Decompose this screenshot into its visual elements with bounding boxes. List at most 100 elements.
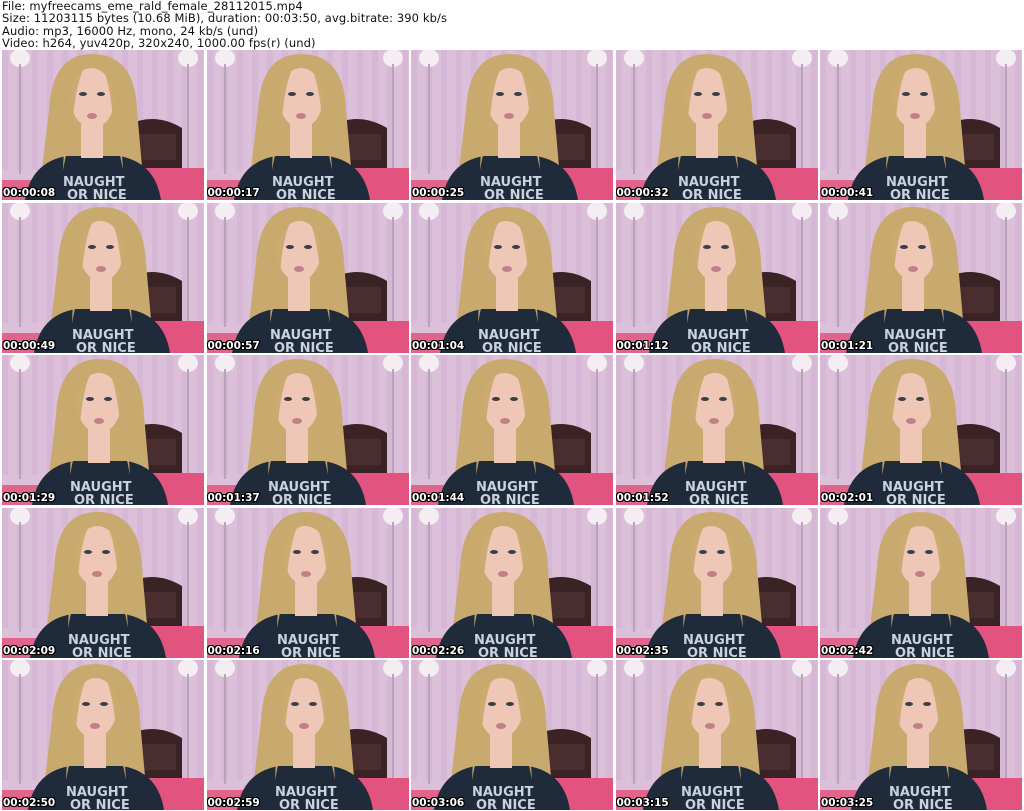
frame-image: NAUGHTOR NICE [2, 507, 204, 658]
frame-image: NAUGHTOR NICE [615, 50, 818, 200]
frame-timestamp: 00:02:35 [616, 644, 669, 657]
frame-timestamp: 00:02:09 [3, 644, 56, 657]
frame-timestamp: 00:01:29 [3, 492, 56, 504]
frame-timestamp: 00:02:59 [207, 797, 260, 809]
video-frame-thumbnail[interactable]: NAUGHT OR NICE 00:00:41 [820, 50, 1022, 200]
frame-image: NAUGHTOR NICE [820, 50, 1022, 200]
frame-timestamp: 00:01:21 [821, 339, 874, 352]
svg-text:OR NICE: OR NICE [476, 798, 536, 810]
thumbnail-grid: NAUGHT OR NICE 00:00:08 NAUGHT OR NICE 00:00:… [2, 50, 1022, 810]
svg-text:OR NICE: OR NICE [687, 646, 747, 658]
frame-image: NAUGHTOR NICE [206, 660, 409, 810]
video-frame-thumbnail[interactable]: NAUGHT OR NICE 00:02:50 [2, 660, 204, 810]
svg-text:OR NICE: OR NICE [67, 188, 127, 200]
frame-timestamp: 00:00:41 [821, 187, 874, 199]
frame-image: NAUGHTOR NICE [411, 50, 613, 200]
frame-image: NAUGHTOR NICE [206, 355, 409, 505]
video-frame-thumbnail[interactable]: NAUGHT OR NICE 00:02:59 [206, 660, 409, 810]
svg-text:OR NICE: OR NICE [274, 341, 334, 353]
svg-text:OR NICE: OR NICE [482, 341, 542, 353]
frame-image: NAUGHTOR NICE [615, 660, 818, 810]
video-frame-thumbnail[interactable]: NAUGHT OR NICE 00:00:25 [411, 50, 613, 200]
frame-timestamp: 00:01:12 [616, 339, 669, 352]
svg-text:OR NICE: OR NICE [72, 646, 132, 658]
video-frame-thumbnail[interactable]: NAUGHT OR NICE 00:03:25 [820, 660, 1022, 810]
svg-text:OR NICE: OR NICE [480, 493, 540, 505]
svg-text:OR NICE: OR NICE [890, 188, 950, 200]
frame-image: NAUGHTOR NICE [411, 660, 613, 810]
frame-timestamp: 00:01:37 [207, 492, 260, 504]
video-frame-thumbnail[interactable]: NAUGHT OR NICE 00:02:01 [820, 355, 1022, 505]
svg-text:OR NICE: OR NICE [279, 798, 339, 810]
frame-image: NAUGHTOR NICE [2, 50, 204, 200]
video-frame-thumbnail[interactable]: NAUGHT OR NICE 00:01:37 [206, 355, 409, 505]
svg-text:OR NICE: OR NICE [276, 188, 336, 200]
frame-timestamp: 00:01:44 [412, 492, 465, 504]
frame-image: NAUGHTOR NICE [2, 202, 204, 353]
frame-image: NAUGHTOR NICE [820, 660, 1022, 810]
frame-timestamp: 00:00:57 [207, 339, 260, 352]
frame-timestamp: 00:02:26 [412, 644, 465, 657]
video-frame-thumbnail[interactable]: NAUGHT OR NICE 00:02:16 [206, 507, 409, 658]
video-info-line: Video: h264, yuv420p, 320x240, 1000.00 f… [2, 36, 316, 51]
frame-timestamp: 00:02:50 [3, 797, 56, 809]
frame-timestamp: 00:00:49 [3, 339, 56, 352]
svg-text:OR NICE: OR NICE [689, 493, 749, 505]
file-size-line: Size: 11203115 bytes (10.68 MiB), durati… [2, 11, 448, 26]
frame-timestamp: 00:03:06 [412, 797, 465, 809]
video-frame-thumbnail[interactable]: NAUGHT OR NICE 00:01:21 [820, 202, 1022, 353]
frame-timestamp: 00:02:16 [207, 644, 260, 657]
frame-image: NAUGHTOR NICE [206, 202, 409, 353]
frame-image: NAUGHTOR NICE [206, 50, 409, 200]
svg-text:OR NICE: OR NICE [895, 646, 955, 658]
video-frame-thumbnail[interactable]: NAUGHT OR NICE 00:01:52 [615, 355, 818, 505]
frame-image: NAUGHTOR NICE [820, 355, 1022, 505]
video-frame-thumbnail[interactable]: NAUGHT OR NICE 00:02:26 [411, 507, 613, 658]
svg-text:OR NICE: OR NICE [888, 341, 948, 353]
video-frame-thumbnail[interactable]: NAUGHT OR NICE 00:01:12 [615, 202, 818, 353]
frame-image: NAUGHTOR NICE [820, 507, 1022, 658]
video-frame-thumbnail[interactable]: NAUGHT OR NICE 00:01:44 [411, 355, 613, 505]
video-frame-thumbnail[interactable]: NAUGHT OR NICE 00:01:04 [411, 202, 613, 353]
frame-image: NAUGHTOR NICE [411, 202, 613, 353]
video-frame-thumbnail[interactable]: NAUGHT OR NICE 00:03:15 [615, 660, 818, 810]
video-frame-thumbnail[interactable]: NAUGHT OR NICE 00:00:49 [2, 202, 204, 353]
svg-text:OR NICE: OR NICE [281, 646, 341, 658]
frame-image: NAUGHTOR NICE [615, 355, 818, 505]
svg-text:OR NICE: OR NICE [76, 341, 136, 353]
frame-timestamp: 00:02:42 [821, 644, 874, 657]
svg-text:OR NICE: OR NICE [685, 798, 745, 810]
video-frame-thumbnail[interactable]: NAUGHT OR NICE 00:00:32 [615, 50, 818, 200]
video-frame-thumbnail[interactable]: NAUGHT OR NICE 00:02:09 [2, 507, 204, 658]
frame-image: NAUGHTOR NICE [2, 660, 204, 810]
video-frame-thumbnail[interactable]: NAUGHT OR NICE 00:00:17 [206, 50, 409, 200]
video-frame-thumbnail[interactable]: NAUGHT OR NICE 00:00:57 [206, 202, 409, 353]
svg-text:OR NICE: OR NICE [70, 798, 130, 810]
frame-timestamp: 00:02:01 [821, 492, 874, 504]
svg-text:OR NICE: OR NICE [691, 341, 751, 353]
frame-image: NAUGHTOR NICE [411, 355, 613, 505]
frame-timestamp: 00:01:52 [616, 492, 669, 504]
svg-text:OR NICE: OR NICE [893, 798, 953, 810]
frame-timestamp: 00:01:04 [412, 339, 465, 352]
frame-image: NAUGHTOR NICE [411, 507, 613, 658]
frame-timestamp: 00:00:17 [207, 187, 260, 199]
video-frame-thumbnail[interactable]: NAUGHT OR NICE 00:03:06 [411, 660, 613, 810]
frame-timestamp: 00:03:25 [821, 797, 874, 809]
frame-image: NAUGHTOR NICE [206, 507, 409, 658]
frame-image: NAUGHTOR NICE [2, 355, 204, 505]
frame-timestamp: 00:00:25 [412, 187, 465, 199]
frame-timestamp: 00:00:08 [3, 187, 56, 199]
frame-timestamp: 00:00:32 [616, 187, 669, 199]
svg-text:OR NICE: OR NICE [478, 646, 538, 658]
file-info-header: File: myfreecams_eme_rald_female_2811201… [0, 0, 1024, 50]
svg-text:OR NICE: OR NICE [886, 493, 946, 505]
video-frame-thumbnail[interactable]: NAUGHT OR NICE 00:01:29 [2, 355, 204, 505]
video-frame-thumbnail[interactable]: NAUGHT OR NICE 00:02:35 [615, 507, 818, 658]
svg-text:OR NICE: OR NICE [682, 188, 742, 200]
frame-image: NAUGHTOR NICE [820, 202, 1022, 353]
frame-image: NAUGHTOR NICE [615, 202, 818, 353]
video-frame-thumbnail[interactable]: NAUGHT OR NICE 00:00:08 [2, 50, 204, 200]
frame-timestamp: 00:03:15 [616, 797, 669, 809]
video-frame-thumbnail[interactable]: NAUGHT OR NICE 00:02:42 [820, 507, 1022, 658]
